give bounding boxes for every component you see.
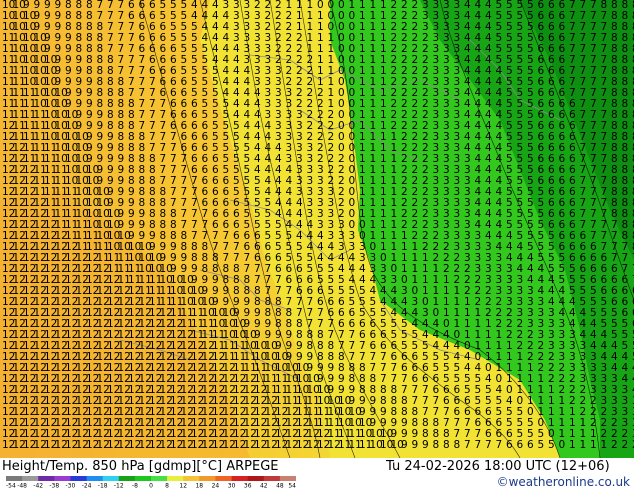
run-time: Tu 24-02-2026 18:00 UTC (12+06) <box>386 459 610 474</box>
svg-text:6: 6 <box>506 439 513 451</box>
scale-tick-label: -18 <box>98 483 108 489</box>
scale-tick-label: 24 <box>212 483 220 489</box>
scale-tick-label: -8 <box>132 483 138 489</box>
scale-swatch <box>151 476 168 481</box>
svg-text:7: 7 <box>485 439 492 451</box>
scale-tick-label: 12 <box>179 483 187 489</box>
scale-tick-label: 36 <box>244 483 252 489</box>
svg-text:1: 1 <box>590 439 597 451</box>
scale-swatch <box>102 476 120 481</box>
scale-swatch <box>199 476 216 481</box>
scale-swatch <box>22 476 39 481</box>
svg-text:7: 7 <box>464 439 471 451</box>
svg-text:2: 2 <box>622 439 629 451</box>
scale-swatch <box>247 476 265 481</box>
scale-swatch <box>183 476 200 481</box>
svg-text:1: 1 <box>580 439 587 451</box>
svg-text:1: 1 <box>569 439 576 451</box>
color-scale-legend: -54 -48 -42 -38 -30 -24 -18 -12 -8 0 8 12 18 24 30 36 42… <box>6 476 296 488</box>
scale-tick-label: -12 <box>114 483 124 489</box>
scale-swatch <box>118 476 136 481</box>
credit-text: ©weatheronline.co.uk <box>497 475 630 489</box>
svg-text:5: 5 <box>538 439 545 451</box>
scale-swatch <box>6 476 23 481</box>
svg-text:9: 9 <box>401 439 408 451</box>
scale-tick-label: -42 <box>33 483 43 489</box>
scale-tick-label: 0 <box>149 483 153 489</box>
scale-tick-label: -38 <box>49 483 59 489</box>
scale-tick-label: 42 <box>260 483 268 489</box>
scale-swatch <box>38 476 55 481</box>
temperature-map: 10109 9 9 9 8 8 8 7 7 7 6 6 6 5 5 5 4 4 4 3 3 3 2 2 2 1 1 1 0 0 0 1 1 1 1 2… <box>0 0 634 458</box>
scale-swatch <box>70 476 87 481</box>
scale-swatch <box>54 476 71 481</box>
svg-text:9: 9 <box>422 439 429 451</box>
scale-tick-label: 48 <box>276 483 284 489</box>
weather-map-figure: 10 10 9 9 9 9 8 8 8 7 7 7 6 6 6 5 5 5 4 4 4 3 3 3 2 2 2 1 1 1 0 0 0 1 1 1 1 2… <box>0 0 634 490</box>
scale-swatch <box>263 476 281 481</box>
scale-tick-label: -30 <box>65 483 75 489</box>
svg-text:8: 8 <box>454 439 461 451</box>
svg-text:8: 8 <box>443 439 450 451</box>
svg-text:6: 6 <box>527 439 534 451</box>
scale-tick-label: -48 <box>17 483 27 489</box>
scale-swatch <box>231 476 249 481</box>
scale-tick-label: 30 <box>228 483 236 489</box>
scale-swatch <box>215 476 232 481</box>
svg-text:7: 7 <box>496 439 503 451</box>
svg-text:2: 2 <box>611 439 618 451</box>
temperature-value-labels: 10109 9 9 9 8 8 8 7 7 7 6 6 6 5 5 5 4 4 4 3 3 3 2 2 2 1 1 1 0 0 0 1 1 1 1 2… <box>2 0 634 451</box>
scale-tick-label: -54 <box>6 483 16 489</box>
scale-swatch <box>134 476 152 481</box>
svg-text:7: 7 <box>475 439 482 451</box>
svg-text:8: 8 <box>433 439 440 451</box>
svg-text:1: 1 <box>601 439 608 451</box>
scale-tick-label: 8 <box>165 483 169 489</box>
map-title: Height/Temp. 850 hPa [gdmp][°C] ARPEGE <box>2 459 279 474</box>
map-footer: Height/Temp. 850 hPa [gdmp][°C] ARPEGE T… <box>0 458 634 490</box>
svg-text:9: 9 <box>412 439 419 451</box>
svg-text:6: 6 <box>517 439 524 451</box>
scale-tick-label: -24 <box>82 483 92 489</box>
scale-swatch <box>279 476 296 481</box>
scale-swatch <box>86 476 104 481</box>
scale-tick-label: 18 <box>195 483 203 489</box>
scale-tick-label: 54 <box>288 483 296 489</box>
scale-swatch <box>167 476 184 481</box>
svg-text:0: 0 <box>559 439 566 451</box>
svg-text:5: 5 <box>548 439 555 451</box>
